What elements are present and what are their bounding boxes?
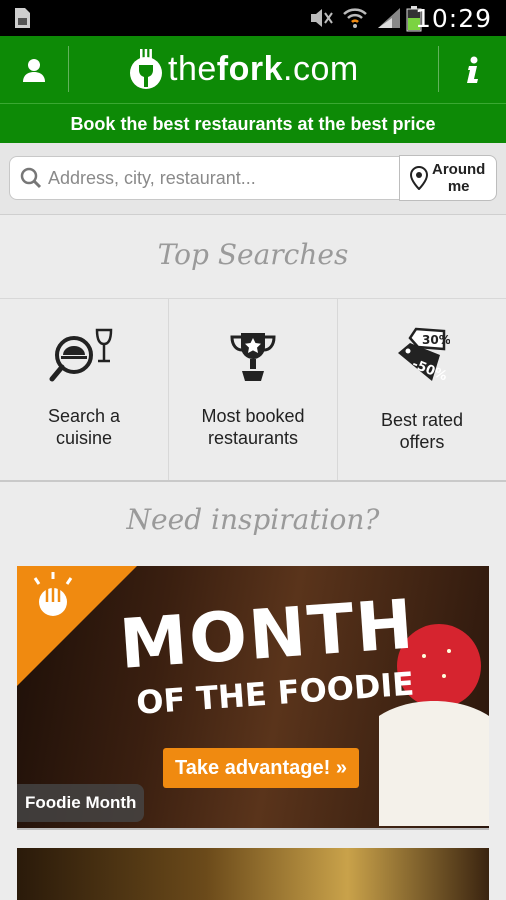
thefork-logo: thefork.com [128,46,359,92]
trophy-icon [230,333,276,381]
logo-text-the: the [168,49,217,88]
tile-label-line2: cuisine [55,428,113,448]
wifi-icon [343,8,367,28]
foodie-month-banner[interactable]: MONTH OF THE FOODIE Take advantage! » Fo… [17,566,489,830]
tile-label-line1: Most booked [201,406,305,426]
discount-tag-icon: 30% -50% [398,327,450,384]
muted-icon [311,9,333,27]
tile-search-cuisine[interactable]: Search a cuisine [0,299,169,480]
around-me-label-line2: me [447,178,470,195]
tile-best-rated-offers[interactable]: 30% -50% Best rated offers [338,299,506,480]
around-me-button[interactable]: Around me [399,155,497,201]
fork-logo-icon [130,49,162,89]
logo-text-domain: .com [283,49,359,88]
search-bar: Around me [0,143,506,215]
logo-text-fork: fork [216,49,283,88]
tagline: Book the best restaurants at the best pr… [0,103,506,143]
tile-label-line2: restaurants [207,428,299,448]
sd-card-icon [15,8,30,28]
next-banner[interactable] [17,848,489,900]
tile-label-line2: offers [399,432,445,452]
search-input[interactable] [48,167,378,189]
cuisine-search-icon [49,328,113,382]
profile-button[interactable] [0,36,68,103]
take-advantage-button[interactable]: Take advantage! » [163,748,359,788]
tile-label-line1: Search a [47,406,121,426]
tile-label-line1: Best rated [380,410,464,430]
info-icon [467,56,478,83]
clock: 10:29 [414,4,492,33]
svg-text:30%: 30% [422,333,450,347]
status-bar: 10:29 [0,0,506,36]
location-pin-icon [410,166,428,190]
inspiration-title: Need inspiration? [126,503,380,536]
banner-caption: Foodie Month [17,784,145,822]
signal-icon [378,8,400,28]
top-searches-grid: Search a cuisine Most booked restaurants… [0,298,506,482]
search-field[interactable] [9,156,401,200]
around-me-label: Around me [432,161,485,195]
search-icon [20,167,42,189]
around-me-label-line1: Around [432,161,486,178]
top-searches-title: Top Searches [157,238,349,271]
app-bar: thefork.com [0,36,506,103]
info-button[interactable] [438,36,506,103]
divider [68,46,69,92]
user-icon [23,58,45,82]
tile-most-booked[interactable]: Most booked restaurants [169,299,338,480]
